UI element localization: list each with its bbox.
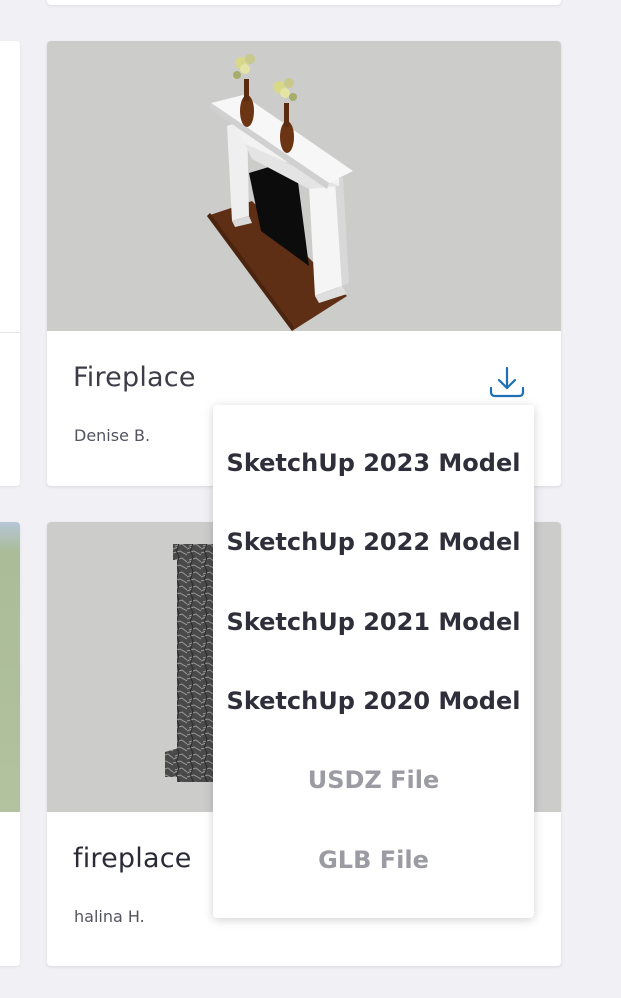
model-grid: Fireplace Denise B. fireplace halina H. …: [0, 0, 621, 998]
fireplace-render: [207, 54, 353, 331]
download-icon: [489, 366, 525, 398]
model-author[interactable]: halina H.: [74, 907, 145, 926]
model-thumbnail[interactable]: [0, 522, 20, 812]
menu-item-sketchup-2021[interactable]: SketchUp 2021 Model: [213, 597, 534, 647]
model-card-partial-left[interactable]: [0, 41, 20, 486]
menu-item-glb-file: GLB File: [318, 846, 429, 874]
model-thumbnail[interactable]: [47, 41, 561, 331]
model-card-partial-left[interactable]: [0, 522, 20, 966]
card-divider: [0, 332, 20, 333]
menu-item-sketchup-2020[interactable]: SketchUp 2020 Model: [213, 676, 534, 726]
menu-item-usdz-file: USDZ File: [307, 766, 440, 794]
download-format-menu: SketchUp 2023 Model SketchUp 2022 Model …: [213, 405, 534, 918]
model-title[interactable]: Fireplace: [73, 362, 196, 393]
menu-item-sketchup-2023[interactable]: SketchUp 2023 Model: [213, 438, 534, 488]
model-author[interactable]: Denise B.: [74, 426, 150, 445]
model-title[interactable]: fireplace: [73, 843, 192, 874]
model-card-partial-top[interactable]: [47, 0, 561, 5]
download-button[interactable]: [487, 362, 527, 402]
menu-item-sketchup-2022[interactable]: SketchUp 2022 Model: [213, 517, 534, 567]
